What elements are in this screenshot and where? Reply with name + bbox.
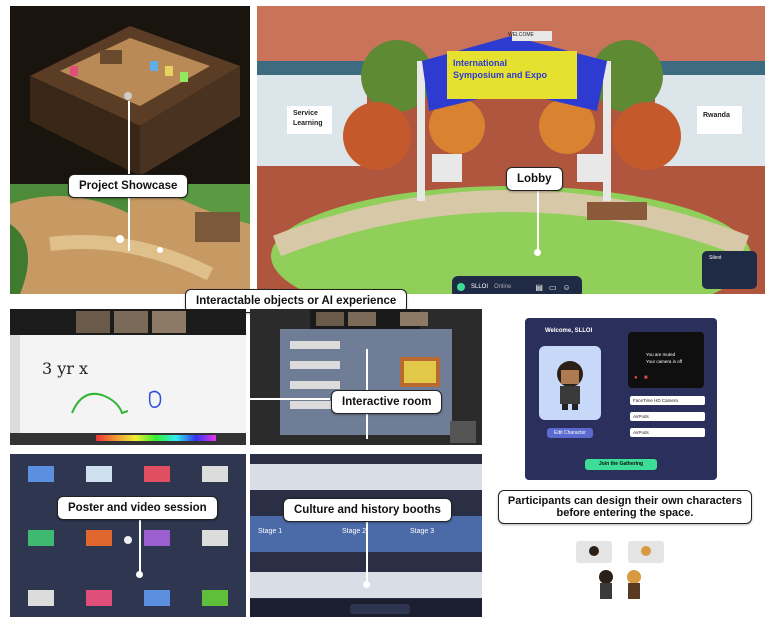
lobby-left-sign-2: Learning (293, 120, 323, 127)
lobby-banner-line2: Symposium and Expo (453, 70, 548, 80)
callout-poster-session: Poster and video session (57, 496, 218, 520)
color-palette[interactable] (96, 435, 216, 441)
map-icon[interactable]: ▤ (535, 283, 543, 292)
lobby-panel: WELCOME International Symposium and Expo… (257, 6, 765, 294)
callout-participants: Participants can design their own charac… (498, 490, 752, 524)
video-off-line-2: Your camera is off (646, 359, 683, 364)
character-setup-panel: Welcome, SLLOI Edit Character You are mu… (525, 318, 717, 480)
toolbar-status: Online (494, 284, 512, 290)
join-button[interactable]: Join the Gathering (585, 459, 657, 470)
video-preview: You are muted Your camera is off ● ■ (628, 332, 704, 388)
lobby-scene-image (257, 6, 765, 294)
culture-booths-panel: Stage 1 Stage 2 Stage 3 (250, 454, 482, 617)
interactive-room-panel (250, 309, 482, 445)
callout-culture-booths: Culture and history booths (283, 498, 452, 522)
callout-lobby: Lobby (506, 167, 563, 191)
lobby-sign-top: WELCOME (508, 32, 534, 38)
whiteboard-drawing (10, 390, 246, 445)
whiteboard-panel: 3 yr x (10, 309, 246, 445)
setup-welcome: Welcome, SLLOI (545, 328, 593, 334)
toolbar-name: SLLOI (471, 284, 489, 290)
poster-session-panel (10, 454, 246, 617)
booth-stage-2: Stage 2 (342, 528, 367, 535)
lobby-toolbar[interactable]: SLLOI Online ▤ ▭ ☺ (457, 278, 577, 294)
mic-muted-icon[interactable]: ● (634, 375, 638, 381)
project-showcase-panel (10, 6, 250, 294)
character-avatar-icon (557, 361, 583, 410)
interactive-room-connector (246, 398, 330, 400)
lobby-banner-line1: International (453, 58, 508, 68)
booth-stage-1: Stage 1 (258, 528, 283, 535)
edit-character-button[interactable]: Edit Character (547, 428, 593, 438)
lobby-right-sign: Rwanda (703, 112, 730, 119)
toolbar-avatar-icon (457, 283, 465, 291)
lobby-left-sign-1: Service (293, 110, 318, 117)
booth-stage-3: Stage 3 (410, 528, 435, 535)
showcase-room-image (10, 6, 250, 184)
speaker-select[interactable]: AirPods (630, 428, 705, 437)
screen-share-icon[interactable]: ▭ (549, 283, 557, 292)
callout-interactive-room: Interactive room (331, 390, 443, 414)
camera-select[interactable]: FaceTime HD Camera (630, 396, 705, 405)
camera-off-icon[interactable]: ■ (644, 375, 648, 381)
lobby-corner-label: Silent (709, 255, 722, 261)
character-figures (576, 541, 664, 599)
callout-project-showcase: Project Showcase (68, 174, 189, 198)
video-off-line-1: You are muted (646, 352, 676, 357)
poster-session-map (10, 454, 246, 617)
emoji-icon[interactable]: ☺ (562, 283, 570, 292)
showcase-garden-image (10, 184, 250, 294)
character-preview (539, 346, 601, 420)
mic-select[interactable]: AirPods (630, 412, 705, 421)
